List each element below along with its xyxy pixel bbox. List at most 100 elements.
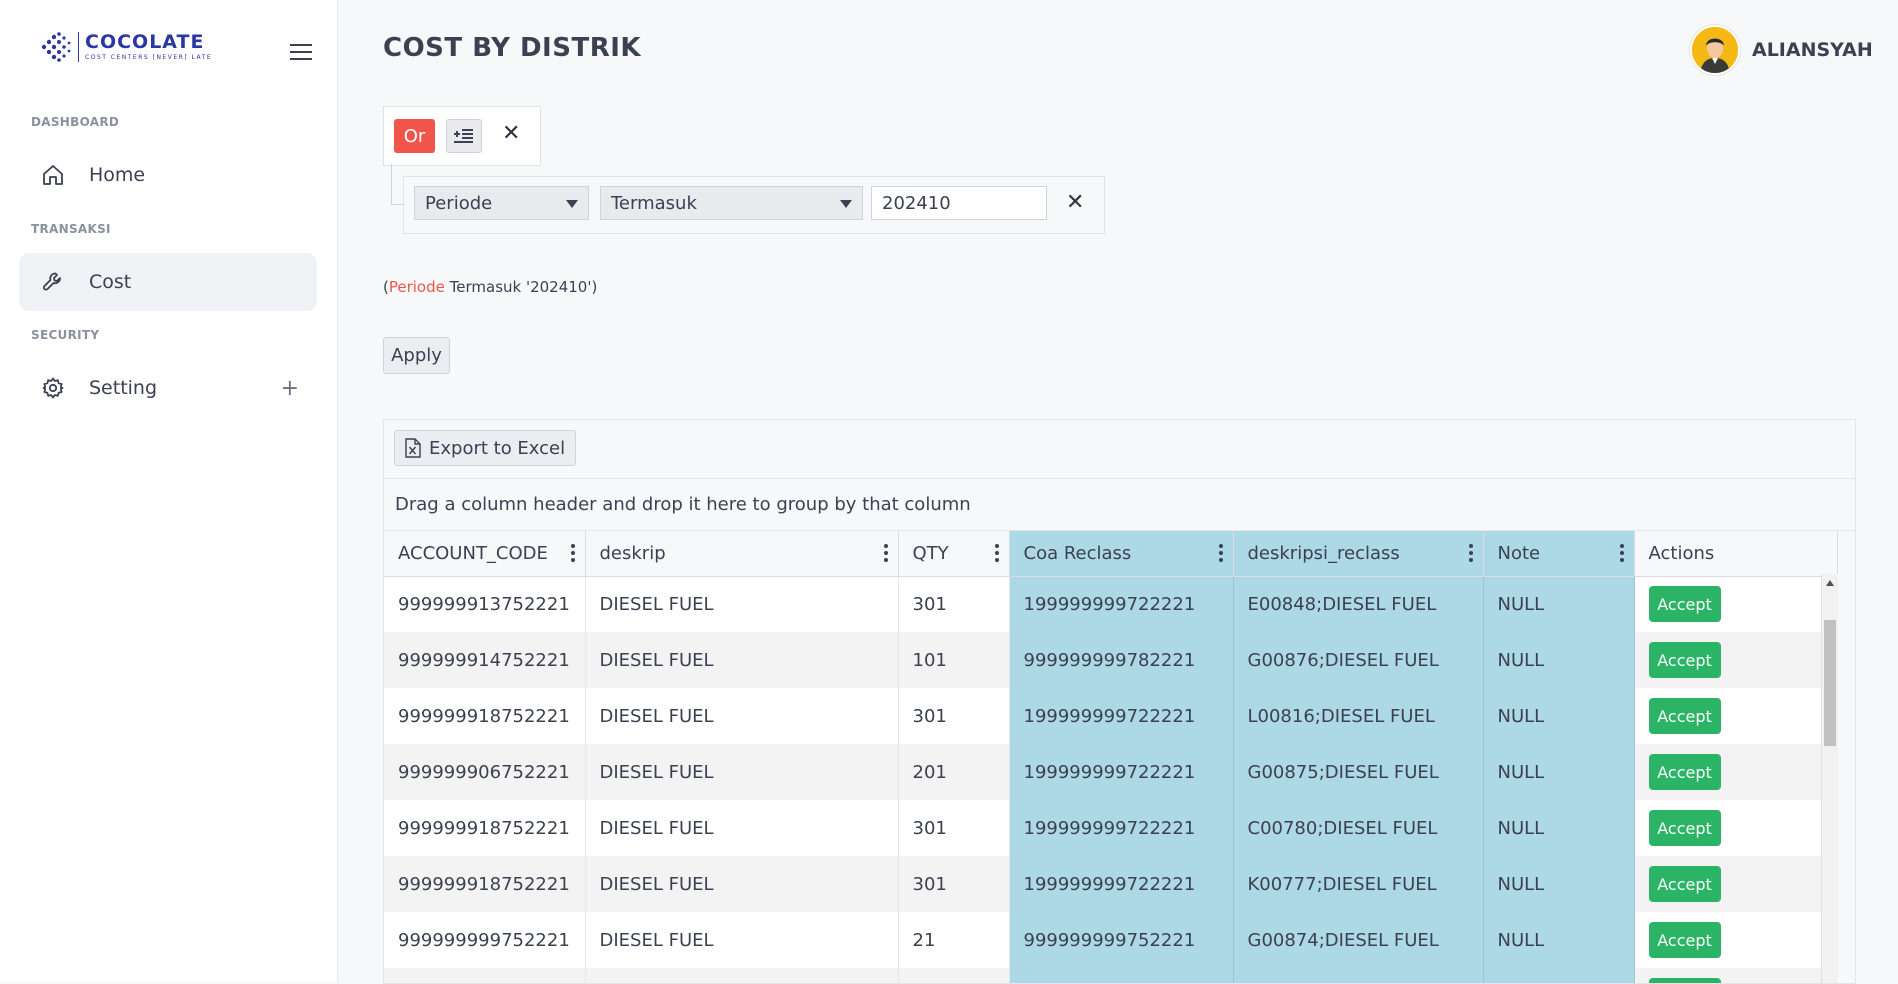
sidebar: COCOLATE COST CENTERS [NEVER] LATE DASHB… <box>0 0 338 982</box>
header-row: ACCOUNT_CODE deskrip QTY Coa Reclass des… <box>384 531 1838 577</box>
column-menu-icon[interactable] <box>883 544 888 562</box>
group-operator-button[interactable]: Or <box>394 119 435 153</box>
cell-actions: Accept <box>1634 744 1838 800</box>
cell-deskripsi-reclass: K00777;DIESEL FUEL <box>1233 856 1484 912</box>
filter-expression: (Periode Termasuk '202410') <box>383 278 597 296</box>
user-menu[interactable]: ALIANSYAH <box>1690 25 1873 75</box>
column-header-deskripsi-reclass[interactable]: deskripsi_reclass <box>1233 531 1484 577</box>
menu-toggle-icon[interactable] <box>290 44 312 62</box>
export-excel-button[interactable]: Export to Excel <box>394 430 577 466</box>
expression-field: Periode <box>388 278 445 296</box>
field-select[interactable]: Periode <box>414 186 589 220</box>
table-row[interactable]: 999999918752221 DIESEL FUEL 301 19999999972… <box>384 688 1838 744</box>
column-title: Actions <box>1648 542 1715 564</box>
data-grid: Export to Excel Drag a column header and… <box>383 419 1856 984</box>
app-logo[interactable]: COCOLATE COST CENTERS [NEVER] LATE <box>40 30 212 64</box>
cell-deskrip: DIESEL FUEL <box>585 632 899 688</box>
cell-account-code: 999999999752221 <box>384 912 586 968</box>
cell-coa-reclass: 199999999722221 <box>1009 856 1234 912</box>
accept-button[interactable]: Accept <box>1648 866 1721 902</box>
chevron-down-icon <box>840 200 852 208</box>
section-transaksi: TRANSAKSI <box>31 222 111 236</box>
cell-deskrip: DIESEL FUEL <box>585 744 899 800</box>
cell-deskrip: DIESEL FUEL <box>585 856 899 912</box>
page-title: COST BY DISTRIK <box>383 33 642 63</box>
column-header-coa-reclass[interactable]: Coa Reclass <box>1009 531 1234 577</box>
table-row[interactable]: 999999906752221 DIESEL FUEL 201 19999999972… <box>384 744 1838 800</box>
cell-qty: 301 <box>898 856 1010 912</box>
cell-note: NULL <box>1483 912 1635 968</box>
cell-deskripsi-reclass: L00816;DIESEL FUEL <box>1233 688 1484 744</box>
cell-actions: Accept <box>1634 688 1838 744</box>
sidebar-item-cost[interactable]: Cost <box>19 253 317 311</box>
cell-qty: 301 <box>898 576 1010 632</box>
cell-actions: Accept <box>1634 576 1838 632</box>
table-row[interactable]: 999999913752221 DIESEL FUEL 301 19999999972… <box>384 576 1838 632</box>
group-panel[interactable]: Drag a column header and drop it here to… <box>384 479 1855 531</box>
cell-coa-reclass: 999999999782221 <box>1009 632 1234 688</box>
field-select-value: Periode <box>425 192 493 214</box>
column-header-account-code[interactable]: ACCOUNT_CODE <box>384 531 586 577</box>
accept-button[interactable]: Accept <box>1648 978 1721 983</box>
accept-button[interactable]: Accept <box>1648 922 1721 958</box>
remove-group-close-icon[interactable]: ✕ <box>502 121 520 146</box>
chevron-down-icon <box>566 200 578 208</box>
cell-note: NULL <box>1483 632 1635 688</box>
table-row[interactable]: 999999914752221 DIESEL FUEL 101 99999999978… <box>384 632 1838 688</box>
avatar <box>1690 25 1740 75</box>
accept-button[interactable]: Accept <box>1648 810 1721 846</box>
column-title: deskrip <box>599 542 666 564</box>
remove-condition-close-icon[interactable]: ✕ <box>1066 190 1084 215</box>
column-header-note[interactable]: Note <box>1483 531 1635 577</box>
cell-account-code: 999999913752221 <box>384 576 586 632</box>
cell-coa-reclass: 199999999722221 <box>1009 800 1234 856</box>
filter-value-input[interactable] <box>871 186 1047 220</box>
add-condition-button[interactable] <box>446 119 482 153</box>
cell-deskripsi-reclass: G00874;DIESEL FUEL <box>1233 912 1484 968</box>
cell-actions: Accept <box>1634 856 1838 912</box>
cell-actions: Accept <box>1634 912 1838 968</box>
column-header-qty[interactable]: QTY <box>898 531 1010 577</box>
cell-account-code: 999999914752221 <box>384 632 586 688</box>
operation-select[interactable]: Termasuk <box>600 186 863 220</box>
user-name: ALIANSYAH <box>1752 39 1873 61</box>
column-menu-icon[interactable] <box>570 544 575 562</box>
scroll-up-arrow-icon[interactable] <box>1826 580 1834 586</box>
cell-deskrip: DIESEL FUEL <box>585 576 899 632</box>
accept-button[interactable]: Accept <box>1648 754 1721 790</box>
cell-qty: 201 <box>898 744 1010 800</box>
vertical-scrollbar[interactable] <box>1821 574 1838 983</box>
apply-button[interactable]: Apply <box>383 337 450 374</box>
grid-table: ACCOUNT_CODE deskrip QTY Coa Reclass des… <box>384 531 1838 983</box>
table-row[interactable]: 999999918752221 DIESEL FUEL 301 19999999972… <box>384 856 1838 912</box>
sidebar-item-setting[interactable]: Setting + <box>19 359 317 417</box>
column-menu-icon[interactable] <box>1619 544 1624 562</box>
sidebar-item-home[interactable]: Home <box>19 146 317 204</box>
sidebar-item-label: Home <box>89 164 146 186</box>
accept-button[interactable]: Accept <box>1648 642 1721 678</box>
expand-plus-icon[interactable]: + <box>281 376 299 401</box>
table-row[interactable]: 999999999752221 DIESEL FUEL 21 999999999752… <box>384 912 1838 968</box>
logo-dots-icon <box>41 32 71 62</box>
operation-select-value: Termasuk <box>611 192 697 214</box>
cell-deskripsi-reclass: G00875;DIESEL FUEL <box>1233 744 1484 800</box>
column-menu-icon[interactable] <box>1218 544 1223 562</box>
column-header-deskrip[interactable]: deskrip <box>585 531 899 577</box>
cell-note: NULL <box>1483 576 1635 632</box>
column-menu-icon[interactable] <box>994 544 999 562</box>
table-row[interactable]: 999999918752221 DIESEL FUEL 301 19999999972… <box>384 800 1838 856</box>
accept-button[interactable]: Accept <box>1648 698 1721 734</box>
column-title: QTY <box>912 542 949 564</box>
cell-note: NULL <box>1483 800 1635 856</box>
cell-note: NULL <box>1483 744 1635 800</box>
cell-actions: Accept <box>1634 800 1838 856</box>
cell-qty: 301 <box>898 688 1010 744</box>
excel-file-icon <box>405 438 421 458</box>
cell-coa-reclass: 999999999752221 <box>1009 912 1234 968</box>
column-menu-icon[interactable] <box>1468 544 1473 562</box>
column-title: ACCOUNT_CODE <box>398 542 548 564</box>
scrollbar-thumb[interactable] <box>1824 620 1836 746</box>
accept-button[interactable]: Accept <box>1648 586 1721 623</box>
cell-coa-reclass: 199999999722221 <box>1009 744 1234 800</box>
cell-qty: 101 <box>898 632 1010 688</box>
